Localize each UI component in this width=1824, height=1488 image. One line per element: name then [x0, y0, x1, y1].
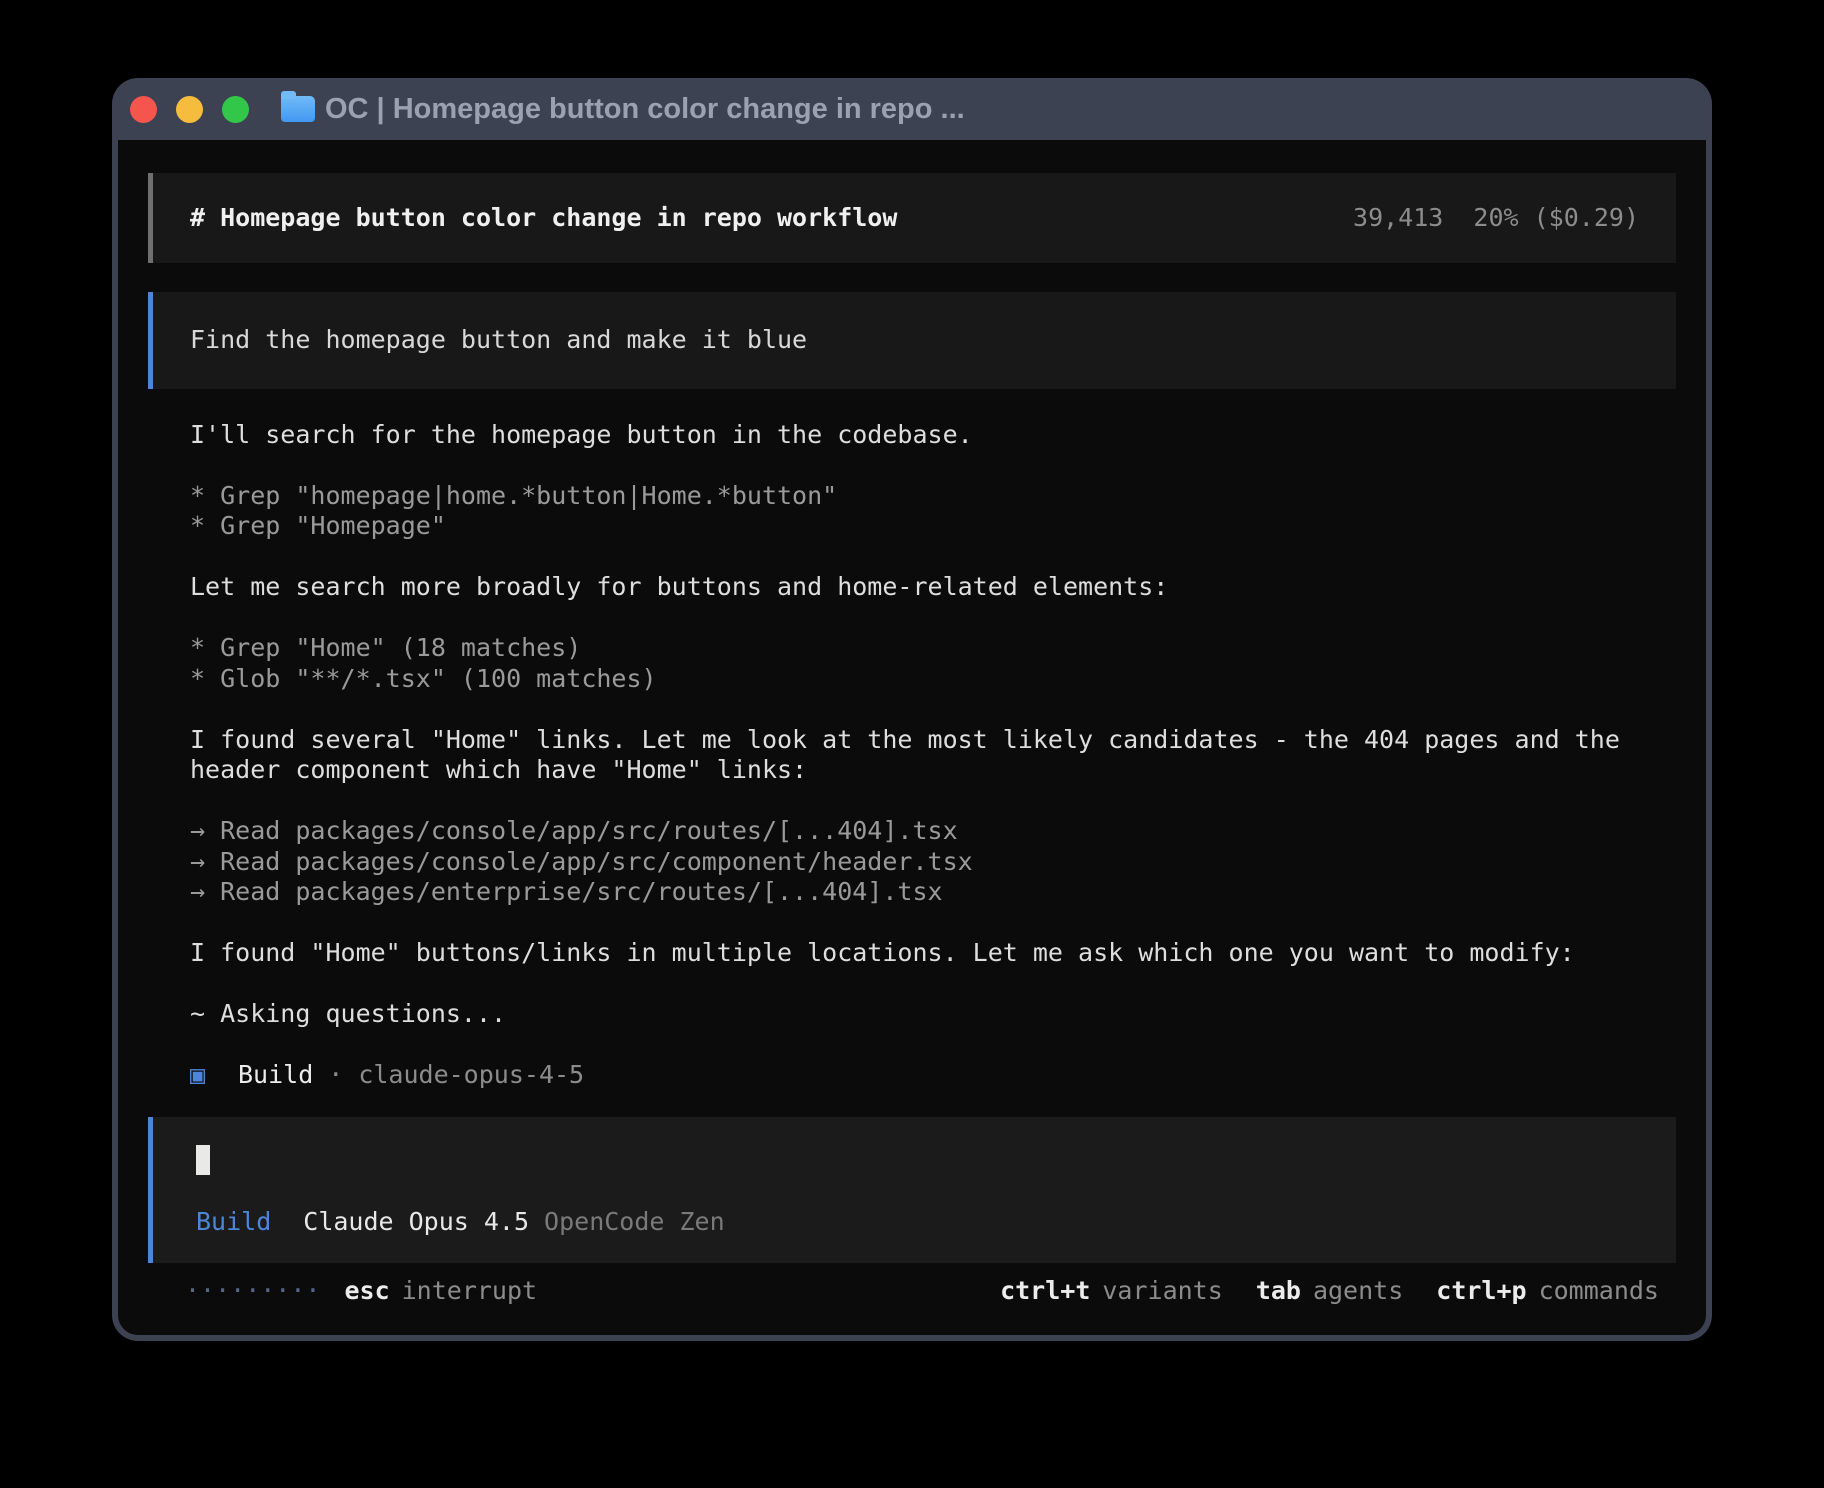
folder-icon — [281, 96, 315, 122]
session-header: # Homepage button color change in repo w… — [148, 173, 1676, 263]
esc-key-label: esc — [344, 1276, 389, 1305]
agent-status-line: ▣ Build · claude-opus-4-5 — [190, 1060, 1676, 1091]
interrupt-label: interrupt — [402, 1276, 537, 1305]
footer-left: ········· esc interrupt — [185, 1276, 537, 1307]
status-footer: ········· esc interrupt ctrl+t variants ta… — [185, 1276, 1659, 1307]
assistant-message: I found several "Home" links. Let me loo… — [190, 725, 1676, 786]
titlebar: OC | Homepage button color change in rep… — [112, 78, 1712, 140]
input-status-bar: Build Claude Opus 4.5 OpenCode Zen — [196, 1207, 1639, 1238]
tool-calls: * Grep "homepage|home.*button|Home.*butt… — [190, 481, 1676, 542]
ctrl-t-key-label: ctrl+t — [1000, 1276, 1090, 1305]
tool-calls: → Read packages/console/app/src/routes/[… — [190, 816, 1676, 908]
session-title: # Homepage button color change in repo w… — [190, 203, 897, 234]
tool-call-line: * Grep "homepage|home.*button|Home.*butt… — [190, 481, 1676, 512]
tool-call-line: * Grep "Home" (18 matches) — [190, 633, 1676, 664]
assistant-message: I found "Home" buttons/links in multiple… — [190, 938, 1676, 969]
commands-label: commands — [1539, 1276, 1659, 1305]
read-call-line: → Read packages/console/app/src/componen… — [190, 847, 1676, 878]
agent-model: claude-opus-4-5 — [358, 1060, 584, 1091]
working-status-text: ~ Asking questions... — [190, 999, 1676, 1030]
agents-label: agents — [1313, 1276, 1403, 1305]
terminal-content[interactable]: # Homepage button color change in repo w… — [118, 140, 1706, 1335]
zoom-button[interactable] — [222, 96, 249, 123]
ctrl-p-key-label: ctrl+p — [1436, 1276, 1526, 1305]
assistant-text: Let me search more broadly for buttons a… — [190, 572, 1676, 603]
variants-shortcut: ctrl+t variants — [1000, 1276, 1223, 1307]
agent-name: Build — [238, 1060, 313, 1091]
window-title: OC | Homepage button color change in rep… — [325, 93, 965, 126]
tool-call-line: * Grep "Homepage" — [190, 511, 1676, 542]
input-provider-label: OpenCode Zen — [544, 1207, 725, 1238]
working-status: ~ Asking questions... — [190, 999, 1676, 1030]
tool-calls: * Grep "Home" (18 matches) * Glob "**/*.… — [190, 633, 1676, 694]
agent-separator: · — [328, 1060, 343, 1091]
agent-square-icon: ▣ — [190, 1060, 205, 1091]
tab-key-label: tab — [1256, 1276, 1301, 1305]
session-stats: 39,413 20% ($0.29) — [1353, 203, 1639, 234]
prompt-input[interactable]: Build Claude Opus 4.5 OpenCode Zen — [148, 1117, 1676, 1264]
assistant-message: I'll search for the homepage button in t… — [190, 420, 1676, 451]
interrupt-hint: esc interrupt — [344, 1276, 537, 1307]
footer-right: ctrl+t variants tab agents ctrl+p commands — [1000, 1276, 1659, 1307]
close-button[interactable] — [130, 96, 157, 123]
user-message-text: Find the homepage button and make it blu… — [190, 325, 1639, 356]
read-call-line: → Read packages/enterprise/src/routes/[.… — [190, 877, 1676, 908]
assistant-text: I'll search for the homepage button in t… — [190, 420, 1676, 451]
transcript: I'll search for the homepage button in t… — [148, 420, 1676, 1091]
tool-call-line: * Glob "**/*.tsx" (100 matches) — [190, 664, 1676, 695]
user-message: Find the homepage button and make it blu… — [148, 292, 1676, 389]
spinner-dots: ········· — [185, 1276, 320, 1307]
terminal-window: OC | Homepage button color change in rep… — [112, 78, 1712, 1341]
assistant-text: I found several "Home" links. Let me loo… — [190, 725, 1676, 786]
minimize-button[interactable] — [176, 96, 203, 123]
traffic-lights — [112, 96, 249, 123]
assistant-message: Let me search more broadly for buttons a… — [190, 572, 1676, 603]
read-call-line: → Read packages/console/app/src/routes/[… — [190, 816, 1676, 847]
agents-shortcut: tab agents — [1256, 1276, 1403, 1307]
text-cursor — [196, 1145, 210, 1175]
input-model-label[interactable]: Claude Opus 4.5 — [303, 1207, 529, 1238]
commands-shortcut: ctrl+p commands — [1436, 1276, 1659, 1307]
input-agent-label[interactable]: Build — [196, 1207, 271, 1238]
assistant-text: I found "Home" buttons/links in multiple… — [190, 938, 1676, 969]
variants-label: variants — [1102, 1276, 1222, 1305]
